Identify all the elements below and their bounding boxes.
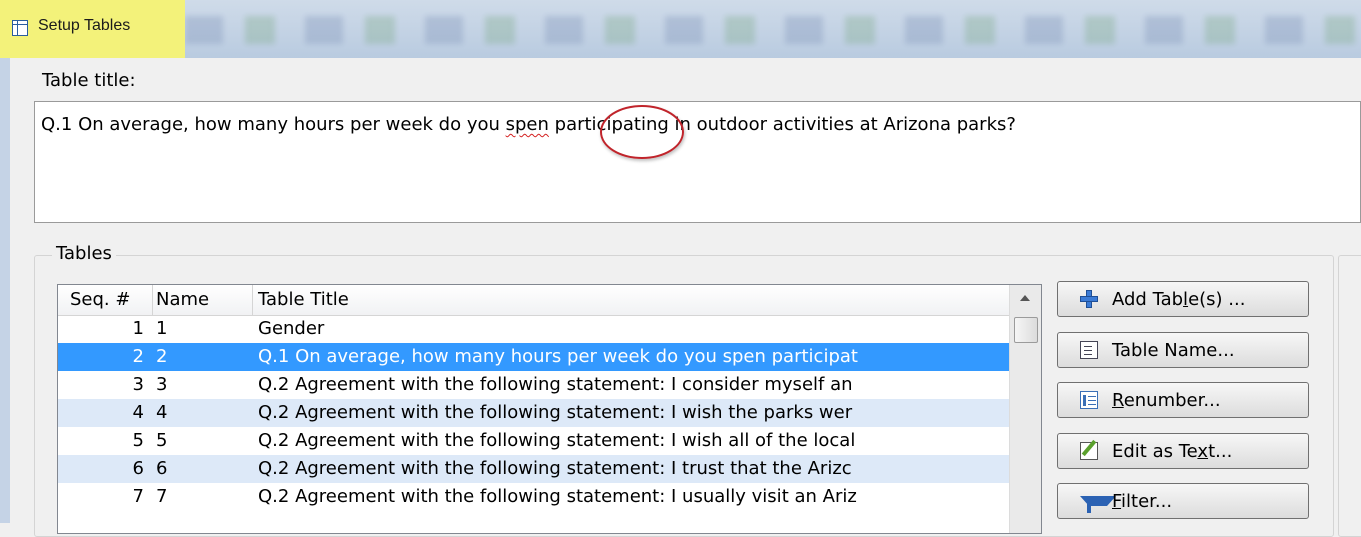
tables-group-label: Tables [52,243,116,264]
row-name: 6 [156,458,168,479]
row-title: Q.2 Agreement with the following stateme… [258,486,857,507]
blurred-toolbar-background [185,16,1361,44]
row-seq: 6 [132,458,144,479]
column-header-name[interactable]: Name [156,289,209,310]
window-title: Setup Tables [38,17,131,34]
row-name: 7 [156,486,168,507]
column-header-title[interactable]: Table Title [258,289,349,310]
filter-button[interactable]: Filter... [1057,483,1309,519]
add-tables-label: Add Table(s) ... [1112,289,1246,310]
numbered-list-icon [1080,391,1098,409]
table-name-label: Table Name... [1112,340,1235,361]
plus-icon [1080,290,1098,308]
row-seq: 7 [132,486,144,507]
row-title: Q.2 Agreement with the following stateme… [258,458,852,479]
table-title-text: Q.1 On average, how many hours per week … [41,114,1016,135]
title-bar: Setup Tables [0,0,1361,58]
row-title: Gender [258,318,325,339]
annotation-circle [600,105,684,159]
edit-as-text-label: Edit as Text... [1112,441,1233,462]
renumber-button[interactable]: Renumber... [1057,382,1309,418]
renumber-label: Renumber... [1112,390,1221,411]
table-row[interactable]: 1 1 Gender [58,315,1009,343]
column-header-seq[interactable]: Seq. # [70,289,130,310]
window-left-edge [0,58,10,523]
row-title: Q.2 Agreement with the following stateme… [258,430,856,451]
row-title: Q.2 Agreement with the following stateme… [258,402,853,423]
edit-as-text-button[interactable]: Edit as Text... [1057,433,1309,469]
row-seq: 1 [132,318,144,339]
table-row[interactable]: 2 2 Q.1 On average, how many hours per wee… [58,343,1009,371]
rename-icon [1080,341,1098,359]
table-row[interactable]: 3 3 Q.2 Agreement with the following state… [58,371,1009,399]
funnel-icon [1080,496,1116,524]
row-seq: 5 [132,430,144,451]
row-name: 4 [156,402,168,423]
scroll-thumb[interactable] [1014,317,1038,343]
vertical-scrollbar[interactable] [1009,285,1041,533]
add-tables-button[interactable]: Add Table(s) ... [1057,281,1309,317]
filter-label: Filter... [1112,491,1173,512]
table-row[interactable]: 4 4 Q.2 Agreement with the following state… [58,399,1009,427]
row-name: 3 [156,374,168,395]
row-name: 5 [156,430,168,451]
tables-list[interactable]: Seq. # Name Table Title 1 1 Gender 2 2 Q.1 On… [57,284,1042,534]
table-row[interactable]: 5 5 Q.2 Agreement with the following state… [58,427,1009,455]
scroll-up-arrow-icon[interactable] [1020,295,1030,301]
table-title-label: Table title: [42,70,136,91]
table-title-textbox[interactable]: Q.1 On average, how many hours per week … [34,101,1361,223]
row-title: Q.1 On average, how many hours per week … [258,346,858,367]
side-groupbox [1338,255,1361,537]
misspelled-word: spen [505,114,549,135]
list-header: Seq. # Name Table Title [58,285,1024,316]
table-icon [12,20,28,36]
row-title: Q.2 Agreement with the following stateme… [258,374,853,395]
row-name: 1 [156,318,168,339]
table-row[interactable]: 6 6 Q.2 Agreement with the following state… [58,455,1009,483]
table-row[interactable]: 7 7 Q.2 Agreement with the following state… [58,483,1009,511]
row-seq: 2 [132,346,144,367]
row-seq: 4 [132,402,144,423]
edit-pencil-icon [1080,442,1098,460]
row-seq: 3 [132,374,144,395]
row-name: 2 [156,346,168,367]
table-name-button[interactable]: Table Name... [1057,332,1309,368]
